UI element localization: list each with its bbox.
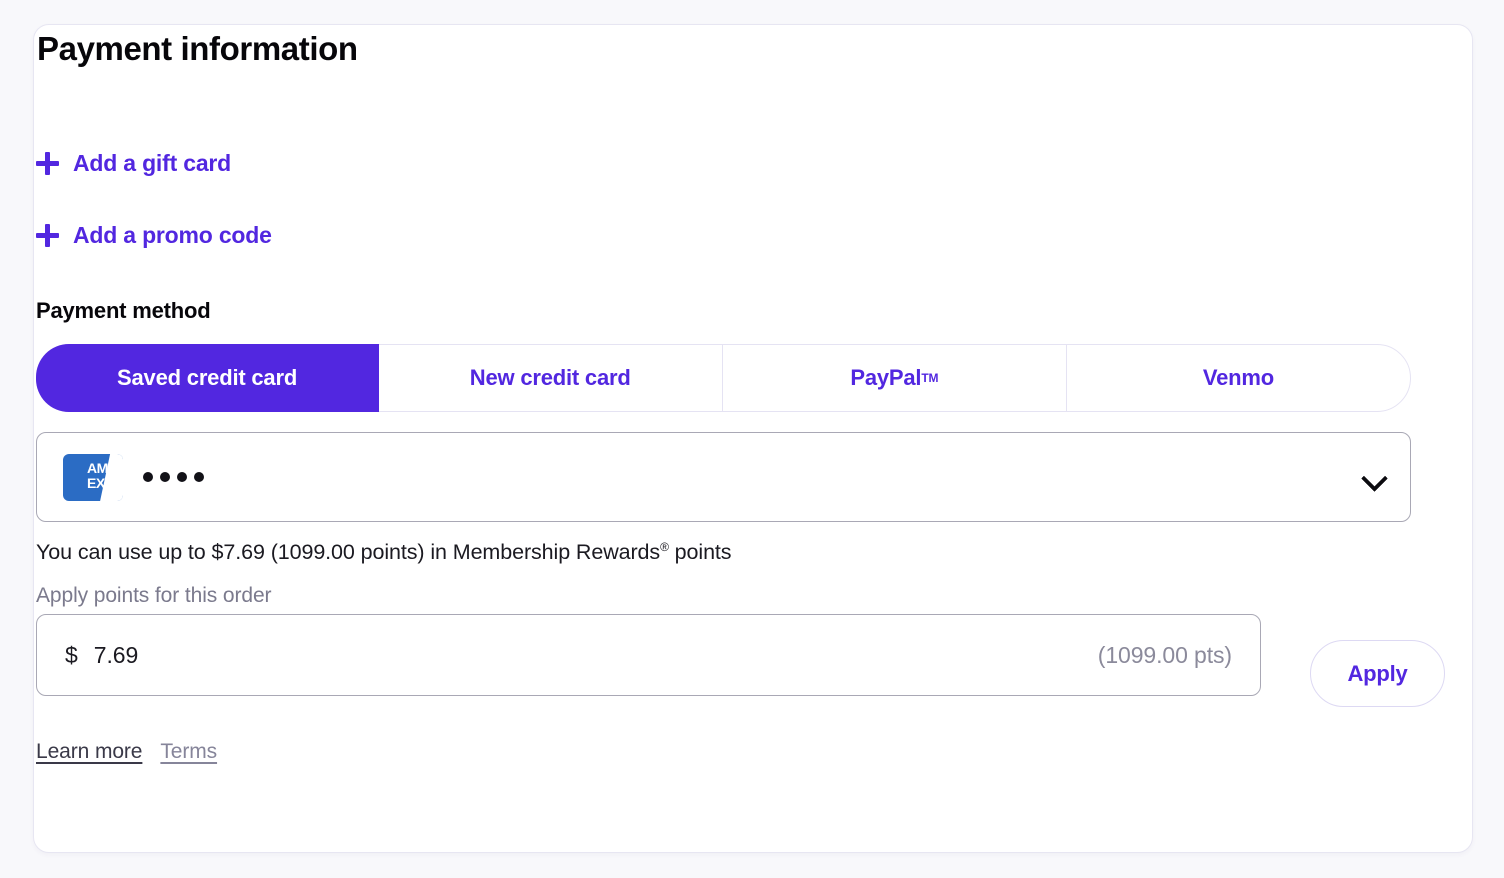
masked-card-digits bbox=[143, 472, 204, 482]
saved-card-select[interactable]: AM EX bbox=[36, 432, 1411, 522]
plus-icon bbox=[36, 224, 59, 247]
tab-new-credit-card-label: New credit card bbox=[469, 365, 631, 390]
membership-rewards-note-prefix: You can use up to $7.69 (1099.00 points)… bbox=[36, 540, 661, 564]
points-amount-value: 7.69 bbox=[93, 641, 139, 668]
chevron-down-icon[interactable] bbox=[1362, 465, 1386, 489]
mask-dot bbox=[160, 472, 170, 482]
amex-line-2: EX bbox=[87, 474, 105, 491]
tab-saved-credit-card[interactable]: Saved credit card bbox=[35, 343, 379, 412]
mask-dot bbox=[143, 472, 153, 482]
amex-wordmark: AM EX bbox=[87, 459, 108, 491]
learn-more-link[interactable]: Learn more bbox=[36, 740, 142, 764]
page-root: Payment information Add a gift card Add … bbox=[0, 0, 1504, 878]
tab-new-credit-card[interactable]: New credit card bbox=[379, 345, 723, 411]
payment-method-tabs: Saved credit card New credit card PayPal… bbox=[35, 343, 1411, 412]
add-gift-card-link[interactable]: Add a gift card bbox=[36, 150, 231, 177]
mask-dot bbox=[177, 472, 187, 482]
footer-links: Learn more Terms bbox=[36, 740, 217, 764]
membership-rewards-note-suffix: points bbox=[668, 540, 732, 564]
tab-paypal[interactable]: PayPal TM bbox=[723, 345, 1067, 411]
add-gift-card-label: Add a gift card bbox=[73, 150, 232, 176]
amex-line-1: AM bbox=[87, 459, 108, 476]
plus-icon bbox=[36, 152, 59, 175]
terms-link[interactable]: Terms bbox=[160, 740, 217, 764]
tab-venmo-label: Venmo bbox=[1202, 365, 1274, 390]
tab-paypal-label: PayPal bbox=[850, 365, 922, 390]
membership-rewards-note: You can use up to $7.69 (1099.00 points)… bbox=[36, 539, 732, 565]
points-amount-input[interactable]: $ 7.69 (1099.00 pts) bbox=[36, 614, 1261, 696]
payment-method-heading: Payment method bbox=[36, 298, 211, 323]
mask-dot bbox=[194, 472, 204, 482]
registered-mark: ® bbox=[660, 539, 669, 554]
apply-points-label: Apply points for this order bbox=[36, 584, 272, 607]
tab-venmo[interactable]: Venmo bbox=[1067, 345, 1410, 411]
apply-button-label: Apply bbox=[1347, 660, 1408, 686]
points-equivalent-display: (1099.00 pts) bbox=[1097, 641, 1232, 668]
amex-card-icon: AM EX bbox=[63, 453, 123, 501]
add-promo-code-link[interactable]: Add a promo code bbox=[36, 222, 272, 249]
add-promo-code-label: Add a promo code bbox=[73, 222, 272, 248]
apply-button[interactable]: Apply bbox=[1310, 640, 1445, 707]
tab-saved-credit-card-label: Saved credit card bbox=[117, 364, 298, 390]
page-title: Payment information bbox=[37, 30, 358, 67]
currency-prefix: $ bbox=[65, 641, 78, 668]
